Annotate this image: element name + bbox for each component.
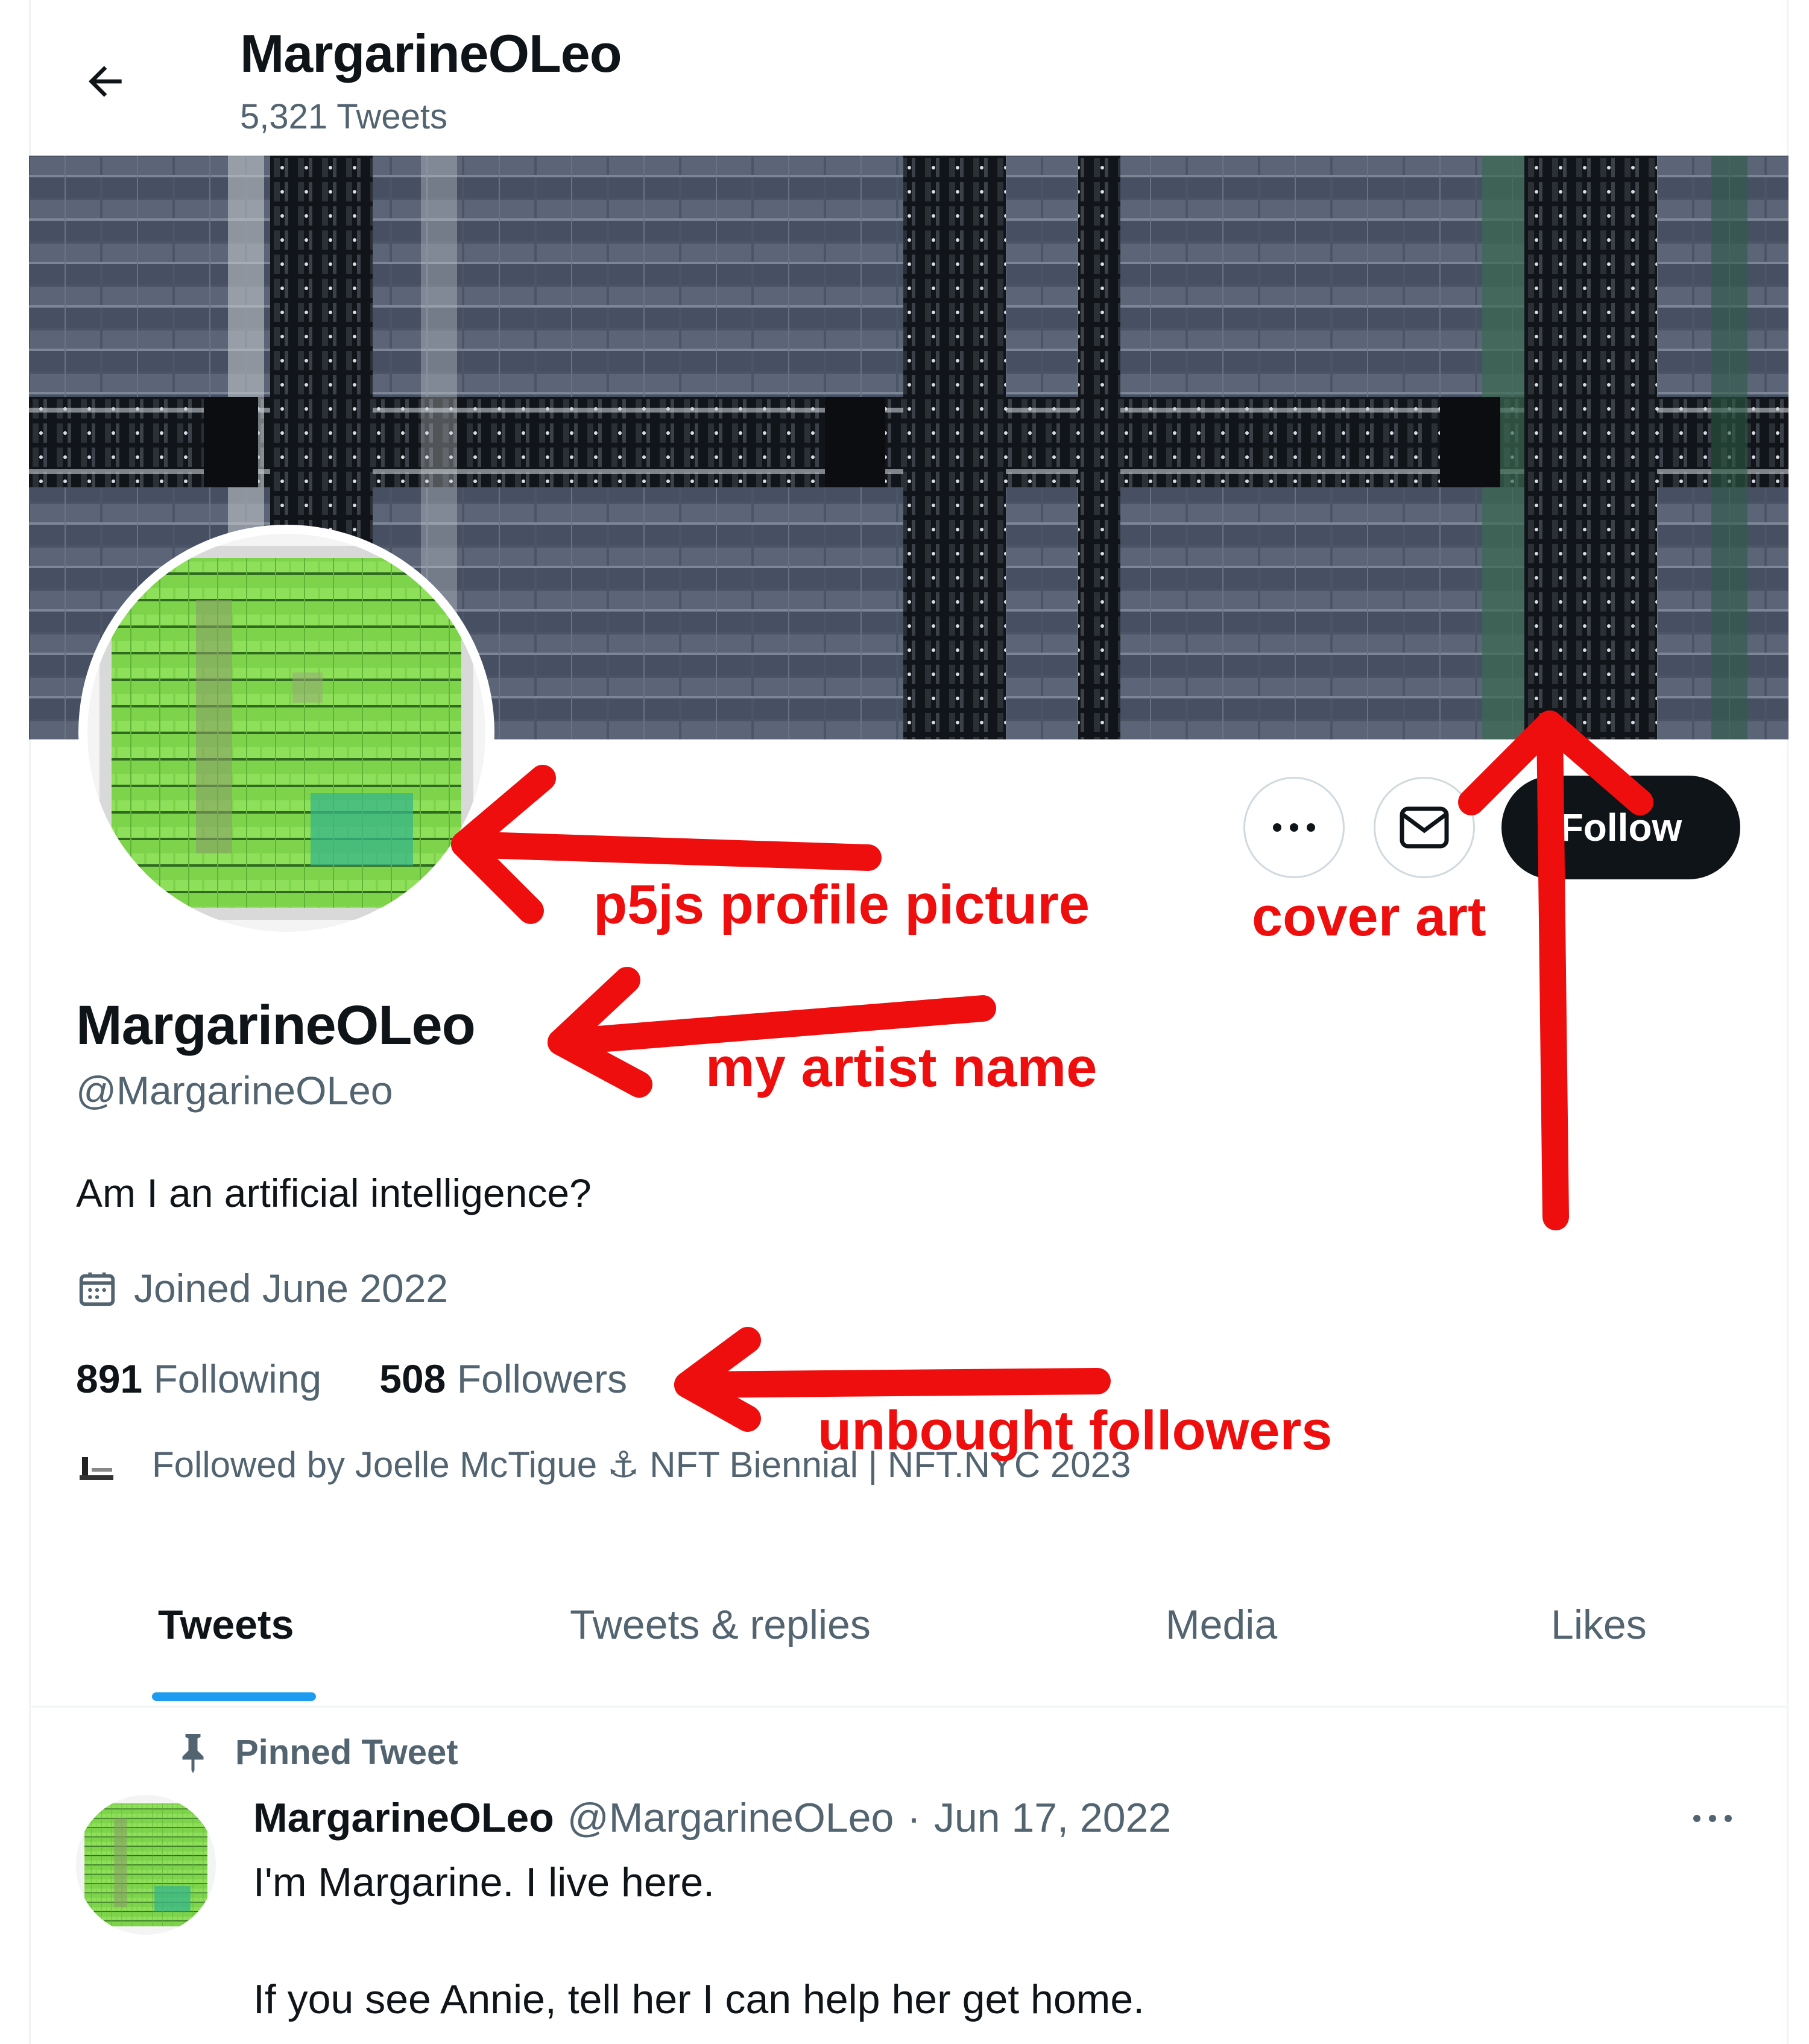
- envelope-icon: [1400, 806, 1449, 849]
- tweet-text-line-2: If you see Annie, tell her I can help he…: [253, 1976, 1145, 2022]
- tab-media[interactable]: Media: [1166, 1601, 1277, 1648]
- followers-label: Followers: [456, 1356, 628, 1401]
- tab-tweets-replies[interactable]: Tweets & replies: [570, 1601, 871, 1648]
- tweet-header: MargarineOLeo @MargarineOLeo · Jun 17, 2…: [253, 1794, 1171, 1841]
- joined-date: Joined June 2022: [76, 1265, 448, 1311]
- tab-tweets[interactable]: Tweets: [158, 1601, 294, 1648]
- active-tab-indicator: [152, 1692, 316, 1701]
- tweet-more-button[interactable]: [1682, 1788, 1743, 1849]
- profile-avatar[interactable]: [78, 525, 494, 941]
- more-dots-icon: [1693, 1815, 1732, 1822]
- tweet-avatar-image: [76, 1795, 216, 1935]
- tabs-divider: [29, 1706, 1788, 1707]
- annotation-followers: unbought followers: [818, 1400, 1333, 1461]
- profile-handle: @MargarineOLeo: [76, 1068, 393, 1113]
- annotation-artist-name: my artist name: [706, 1037, 1097, 1098]
- header-title: MargarineOLeo: [240, 24, 622, 83]
- following-label: Following: [153, 1356, 322, 1401]
- tweet-author-name[interactable]: MargarineOLeo: [253, 1794, 554, 1841]
- annotation-profile-picture: p5js profile picture: [593, 874, 1090, 935]
- calendar-icon: [79, 1272, 115, 1306]
- pinned-tweet-label: Pinned Tweet: [175, 1731, 458, 1773]
- avatar-chip-image: [87, 534, 485, 932]
- annotation-cover-art: cover art: [1252, 886, 1486, 948]
- tweet-author-handle[interactable]: @MargarineOLeo: [567, 1794, 894, 1841]
- back-button[interactable]: [66, 42, 145, 121]
- joined-text: Joined June 2022: [134, 1266, 449, 1311]
- tab-likes[interactable]: Likes: [1551, 1601, 1647, 1648]
- following-link[interactable]: 891 Following: [76, 1356, 321, 1402]
- followers-link[interactable]: 508 Followers: [379, 1356, 627, 1402]
- tweet-date[interactable]: Jun 17, 2022: [934, 1794, 1171, 1841]
- profile-display-name: MargarineOLeo: [76, 995, 476, 1056]
- follow-button[interactable]: Follow: [1501, 776, 1740, 879]
- tweet-text-line-1: I'm Margarine. I live here.: [253, 1859, 715, 1905]
- pinned-text: Pinned Tweet: [235, 1732, 458, 1772]
- follower-mini-avatar: [76, 1444, 118, 1486]
- follow-stats: 891 Following 508 Followers: [76, 1356, 627, 1402]
- profile-bio: Am I an artificial intelligence?: [76, 1171, 592, 1215]
- following-count: 891: [76, 1356, 143, 1401]
- followers-count: 508: [379, 1356, 446, 1401]
- tweet-separator: ·: [907, 1795, 921, 1841]
- follower-avatar-image: [80, 1457, 113, 1480]
- back-arrow-icon: [89, 66, 122, 97]
- more-options-button[interactable]: [1243, 777, 1345, 878]
- tweet-count: 5,321 Tweets: [240, 97, 447, 136]
- more-dots-icon: [1273, 823, 1315, 832]
- message-button[interactable]: [1374, 777, 1475, 878]
- tweet-avatar[interactable]: [76, 1795, 216, 1935]
- pin-icon: [182, 1734, 204, 1773]
